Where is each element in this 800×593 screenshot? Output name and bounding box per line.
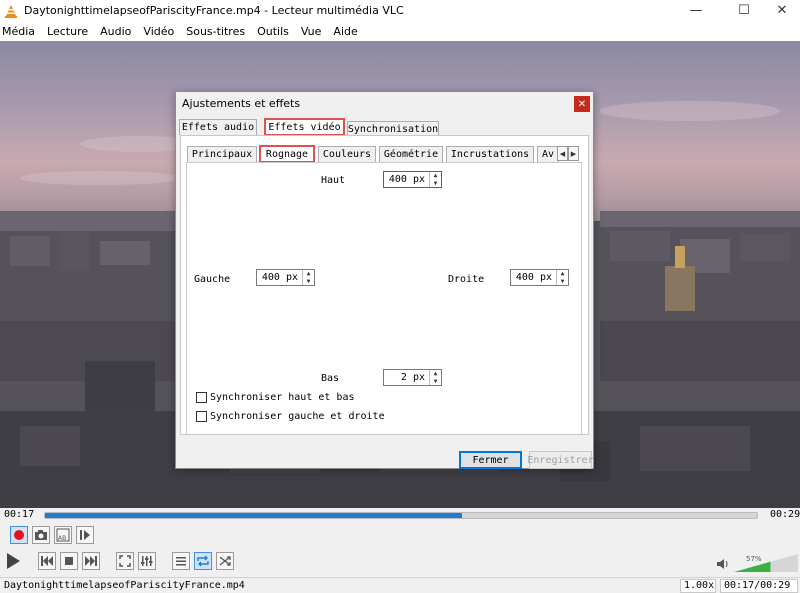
tab-video-effects[interactable]: Effets vidéo (264, 118, 345, 136)
tab-scroll-right-icon[interactable]: ▶ (568, 146, 579, 161)
spin-arrows-icon[interactable]: ▲ ▼ (556, 270, 568, 285)
sync-left-right-label: Synchroniser gauche et droite (210, 411, 385, 422)
spin-arrows-icon[interactable]: ▲ ▼ (302, 270, 314, 285)
equalizer-icon (141, 556, 153, 566)
frame-step-button[interactable] (76, 526, 94, 544)
menu-media[interactable]: Média (0, 25, 41, 38)
close-button[interactable]: Fermer (459, 451, 522, 469)
crop-left-spinbox[interactable]: 400 px ▲ ▼ (256, 269, 315, 286)
crop-bottom-value: 2 px (400, 372, 425, 383)
fullscreen-icon (119, 555, 131, 567)
total-time: 00:29 (770, 509, 800, 520)
crop-right-value: 400 px (515, 272, 552, 283)
previous-icon (41, 556, 53, 566)
subtab-avance[interactable]: Av (537, 146, 559, 162)
status-filename: DaytonighttimelapseofPariscityFrance.mp4 (4, 580, 245, 591)
window-close-button[interactable]: ✕ (762, 0, 800, 21)
menu-help[interactable]: Aide (331, 25, 363, 38)
crop-top-value: 400 px (388, 174, 425, 185)
menu-tools[interactable]: Outils (255, 25, 295, 38)
volume-button[interactable] (716, 557, 730, 571)
volume-slider[interactable] (734, 554, 798, 572)
cloud (600, 101, 780, 121)
sync-left-right-checkbox[interactable] (196, 411, 207, 422)
previous-button[interactable] (38, 552, 56, 570)
subtab-rognage[interactable]: Rognage (259, 145, 315, 163)
crop-right-spinbox[interactable]: 400 px ▲ ▼ (510, 269, 569, 286)
subtab-geometrie[interactable]: Géométrie (379, 146, 443, 162)
status-bar: DaytonighttimelapseofPariscityFrance.mp4… (0, 577, 800, 593)
seek-area: 00:17 00:29 (0, 508, 800, 522)
crop-bottom-spinbox[interactable]: 2 px ▲ ▼ (383, 369, 442, 386)
spin-arrows-icon[interactable]: ▲ ▼ (429, 370, 441, 385)
elapsed-time: 00:17 (4, 509, 35, 520)
subtab-couleurs[interactable]: Couleurs (318, 146, 376, 162)
frame-step-icon (80, 530, 90, 540)
window-title: DaytonighttimelapseofPariscityFrance.mp4… (24, 4, 404, 17)
playback-speed[interactable]: 1.00x (680, 579, 716, 593)
crop-left-label: Gauche (194, 274, 231, 285)
crop-right-label: Droite (448, 274, 485, 285)
loop-ab-icon: AB (56, 528, 70, 542)
svg-text:AB: AB (58, 535, 66, 542)
record-button[interactable] (10, 526, 28, 544)
crop-top-spinbox[interactable]: 400 px ▲ ▼ (383, 171, 442, 188)
minimize-button[interactable]: — (676, 0, 716, 21)
cloud (20, 171, 180, 185)
menu-bar: Média Lecture Audio Vidéo Sous-titres Ou… (0, 21, 800, 41)
volume-level (734, 561, 771, 572)
shuffle-icon (219, 556, 231, 566)
shuffle-button[interactable] (216, 552, 234, 570)
loop-ab-button[interactable]: AB (54, 526, 72, 544)
sync-top-bottom-checkbox[interactable] (196, 392, 207, 403)
loop-icon (197, 555, 209, 567)
save-button[interactable]: Enregistrer (527, 451, 594, 469)
vlc-cone-icon (5, 4, 17, 18)
record-icon (14, 530, 24, 540)
maximize-button[interactable]: ☐ (724, 0, 764, 21)
speaker-icon (717, 559, 728, 569)
playlist-button[interactable] (172, 552, 190, 570)
effects-dialog: Ajustements et effets ✕ Effets audio Eff… (175, 91, 594, 469)
dialog-close-button[interactable]: ✕ (574, 96, 590, 112)
subtab-principaux[interactable]: Principaux (187, 146, 257, 162)
subtab-incrustations[interactable]: Incrustations (446, 146, 534, 162)
play-button[interactable] (2, 550, 24, 572)
crop-top-label: Haut (321, 175, 346, 186)
tab-audio-effects[interactable]: Effets audio (179, 119, 257, 135)
extended-settings-button[interactable] (138, 552, 156, 570)
dialog-title: Ajustements et effets (182, 97, 301, 110)
menu-audio[interactable]: Audio (98, 25, 137, 38)
loop-button[interactable] (194, 552, 212, 570)
next-icon (85, 556, 97, 566)
crop-left-value: 400 px (261, 272, 298, 283)
crop-bottom-label: Bas (321, 373, 340, 384)
volume-percent: 57% (746, 555, 762, 563)
next-button[interactable] (82, 552, 100, 570)
status-time: 00:17/00:29 (720, 579, 798, 593)
menu-view[interactable]: Vue (299, 25, 328, 38)
seek-progress (45, 513, 462, 518)
snapshot-button[interactable] (32, 526, 50, 544)
fullscreen-button[interactable] (116, 552, 134, 570)
playlist-icon (176, 557, 186, 566)
stop-icon (65, 557, 73, 565)
stop-button[interactable] (60, 552, 78, 570)
spin-arrows-icon[interactable]: ▲ ▼ (429, 172, 441, 187)
sync-top-bottom-label: Synchroniser haut et bas (210, 392, 355, 403)
seek-slider[interactable] (44, 512, 758, 519)
menu-video[interactable]: Vidéo (141, 25, 180, 38)
menu-lecture[interactable]: Lecture (45, 25, 94, 38)
menu-subtitles[interactable]: Sous-titres (184, 25, 251, 38)
camera-icon (35, 530, 47, 540)
play-icon (7, 553, 20, 569)
tab-scroll-left-icon[interactable]: ◀ (557, 146, 568, 161)
